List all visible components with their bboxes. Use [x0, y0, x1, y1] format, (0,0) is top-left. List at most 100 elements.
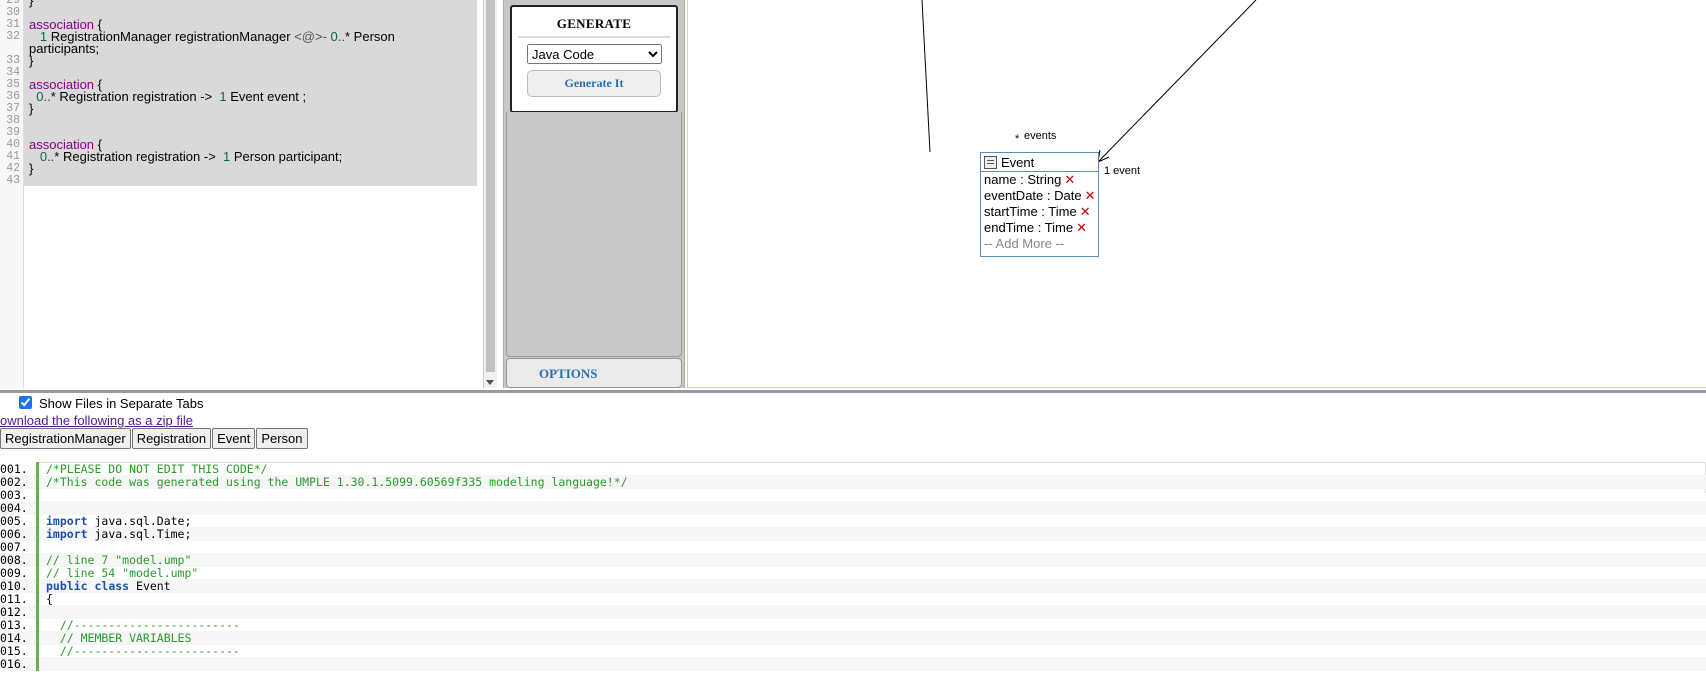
delete-attribute-icon[interactable]: ✕ [1085, 188, 1096, 203]
code-line[interactable]: 007. [0, 540, 1706, 554]
code-line[interactable]: 005. import java.sql.Date; [0, 514, 1706, 528]
code-line[interactable]: 015. //------------------------ [0, 644, 1706, 658]
code-line-marker [36, 527, 39, 541]
code-token: class [94, 579, 130, 593]
event-association-line [1097, 0, 1257, 163]
code-token: // line 7 "model.ump" [46, 553, 192, 567]
attribute-text[interactable]: eventDate : Date [984, 188, 1082, 203]
code-line[interactable]: 001. /*PLEASE DO NOT EDIT THIS CODE*/ [0, 462, 1706, 476]
code-line-marker [36, 566, 39, 580]
code-line-number: 012. [0, 605, 28, 619]
delete-attribute-icon[interactable]: ✕ [1064, 172, 1075, 187]
tab-event[interactable]: Event [212, 428, 256, 449]
scroll-down-arrow-icon[interactable] [486, 380, 494, 385]
code-line-marker [36, 514, 39, 528]
code-line-text[interactable]: { [46, 592, 53, 606]
options-label: OPTIONS [539, 366, 598, 381]
code-line-text[interactable]: // line 7 "model.ump" [46, 553, 191, 567]
generate-panel-body [506, 112, 682, 357]
class-icon [984, 156, 997, 169]
code-line-number: 010. [0, 579, 28, 593]
generate-box: GENERATE Java Code Generate It [510, 5, 678, 113]
code-line[interactable]: 012. [0, 605, 1706, 619]
code-line-text[interactable]: // line 54 "model.ump" [46, 566, 198, 580]
code-line[interactable]: 011. { [0, 592, 1706, 606]
attribute-row[interactable]: startTime : Time ✕ [981, 204, 1098, 220]
class-header[interactable]: Event [981, 153, 1098, 172]
code-line[interactable]: 002. /*This code was generated using the … [0, 475, 1706, 489]
code-line-marker [36, 644, 39, 658]
multiplicity-events-label: events [1024, 130, 1057, 142]
delete-attribute-icon[interactable]: ✕ [1076, 220, 1087, 235]
attribute-text[interactable]: startTime : Time [984, 204, 1077, 219]
generate-title: GENERATE [556, 16, 632, 31]
code-line[interactable]: 016. [0, 657, 1706, 671]
code-line-marker [36, 618, 39, 632]
tab-registration-manager[interactable]: RegistrationManager [0, 428, 131, 449]
editor-scrollbar[interactable] [483, 0, 497, 388]
code-line[interactable]: 003. [0, 488, 1706, 502]
attribute-text[interactable]: name : String [984, 172, 1061, 187]
code-line-number: 015. [0, 644, 28, 658]
code-token: java.sql.Date; [87, 514, 192, 528]
code-line-marker [36, 592, 39, 606]
add-more-attribute[interactable]: -- Add More -- [981, 236, 1098, 251]
show-files-checkbox[interactable] [19, 396, 32, 409]
download-zip-link[interactable]: ownload the following as a zip file [0, 413, 193, 428]
attribute-row[interactable]: name : String ✕ [981, 172, 1098, 188]
attribute-row[interactable]: eventDate : Date ✕ [981, 188, 1098, 204]
code-token: // line 54 "model.ump" [46, 566, 199, 580]
class-name[interactable]: Event [1001, 155, 1034, 170]
code-line[interactable]: 006. import java.sql.Time; [0, 527, 1706, 541]
events-association-line [921, 0, 931, 153]
tab-registration[interactable]: Registration [131, 428, 212, 449]
scrollbar-thumb[interactable] [486, 0, 495, 372]
code-token: public [46, 579, 88, 593]
code-line-text[interactable]: public class Event [46, 579, 171, 593]
code-line-text[interactable]: // MEMBER VARIABLES [46, 631, 192, 645]
code-line-text[interactable]: import java.sql.Date; [46, 514, 191, 528]
code-line[interactable]: 009. // line 54 "model.ump" [0, 566, 1706, 580]
code-line-text[interactable]: //------------------------ [46, 618, 240, 632]
diagram-canvas[interactable]: * events 1 event Event name : String ✕ ev… [687, 0, 1706, 388]
editor-line[interactable]: 43 [0, 174, 478, 187]
pane-divider[interactable] [0, 390, 1706, 393]
code-token: //------------------------ [46, 644, 240, 658]
code-line[interactable]: 010. public class Event [0, 579, 1706, 593]
generate-it-button[interactable]: Generate It [527, 70, 661, 97]
code-line-number: 007. [0, 540, 28, 554]
code-line-text[interactable]: /*PLEASE DO NOT EDIT THIS CODE*/ [46, 462, 268, 476]
language-select[interactable]: Java Code [527, 44, 662, 64]
code-line[interactable]: 008. // line 7 "model.ump" [0, 553, 1706, 567]
code-line-text[interactable]: import java.sql.Time; [46, 527, 191, 541]
tab-person[interactable]: Person [256, 428, 308, 449]
attribute-row[interactable]: endTime : Time ✕ [981, 220, 1098, 236]
code-token: //------------------------ [46, 618, 240, 632]
code-line[interactable]: 004. [0, 501, 1706, 515]
options-button[interactable]: OPTIONS [506, 358, 682, 388]
class-box-event[interactable]: Event name : String ✕ eventDate : Date ✕ s… [980, 152, 1099, 257]
code-line[interactable]: 013. //------------------------ [0, 618, 1706, 632]
generated-code-view[interactable]: 001./*PLEASE DO NOT EDIT THIS CODE*/002.… [0, 462, 1706, 677]
code-line-text[interactable]: //------------------------ [46, 644, 240, 658]
association-lines [921, 0, 1257, 163]
delete-attribute-icon[interactable]: ✕ [1080, 204, 1091, 219]
attribute-text[interactable]: endTime : Time [984, 220, 1073, 235]
code-line-marker [36, 475, 39, 489]
show-files-label[interactable]: Show Files in Separate Tabs [39, 396, 204, 412]
code-line-marker [36, 579, 39, 593]
code-line[interactable]: 014. // MEMBER VARIABLES [0, 631, 1706, 645]
code-line-text[interactable]: /*This code was generated using the UMPL… [46, 475, 628, 489]
code-token: // MEMBER VARIABLES [46, 631, 192, 645]
code-token: java.sql.Time; [87, 527, 192, 541]
generate-panel: GENERATE Java Code Generate It OPTIONS [503, 0, 685, 388]
code-line-number: 004. [0, 501, 28, 515]
code-token: import [46, 514, 88, 528]
code-editor[interactable]: 29} 30 31 association {32 1 RegistrationMan… [0, 0, 484, 388]
code-line-number: 013. [0, 618, 28, 632]
code-line-marker [36, 631, 39, 645]
code-line-number: 003. [0, 488, 28, 502]
code-line-number: 005. [0, 514, 28, 528]
code-line-marker [36, 488, 39, 502]
code-token: { [46, 592, 53, 606]
